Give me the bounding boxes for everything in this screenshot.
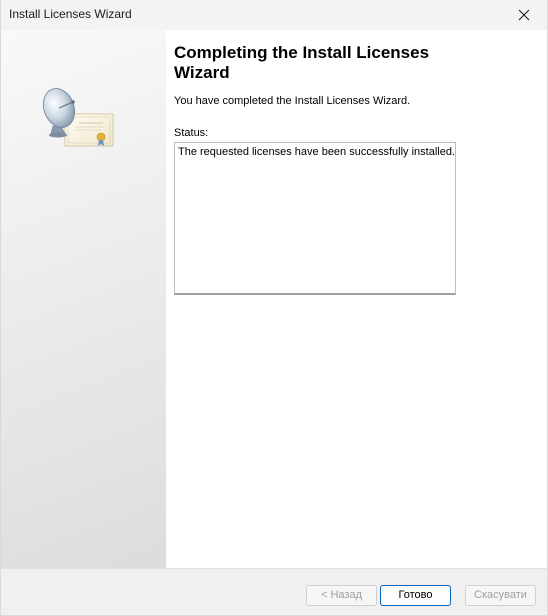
wizard-footer: < Назад Готово Скасувати <box>1 568 547 615</box>
page-title: Completing the Install Licenses Wizard <box>174 43 430 82</box>
back-button[interactable]: < Назад <box>306 585 377 606</box>
window-title: Install Licenses Wizard <box>9 7 132 21</box>
satellite-dish-certificate-icon <box>42 88 114 147</box>
status-label: Status: <box>174 127 209 139</box>
close-button[interactable] <box>501 0 547 30</box>
wizard-sidebar <box>1 30 166 568</box>
cancel-button[interactable]: Скасувати <box>465 585 536 606</box>
title-bar[interactable]: Install Licenses Wizard <box>1 0 547 30</box>
completion-description: You have completed the Install Licenses … <box>174 95 411 107</box>
status-textbox[interactable]: The requested licenses have been success… <box>174 142 456 295</box>
finish-button[interactable]: Готово <box>380 585 451 606</box>
install-licenses-wizard-window: Install Licenses Wizard Completing the I… <box>0 0 548 616</box>
wizard-content: Completing the Install Licenses Wizard Y… <box>166 30 547 568</box>
status-message: The requested licenses have been success… <box>178 146 455 158</box>
close-icon <box>518 9 530 21</box>
